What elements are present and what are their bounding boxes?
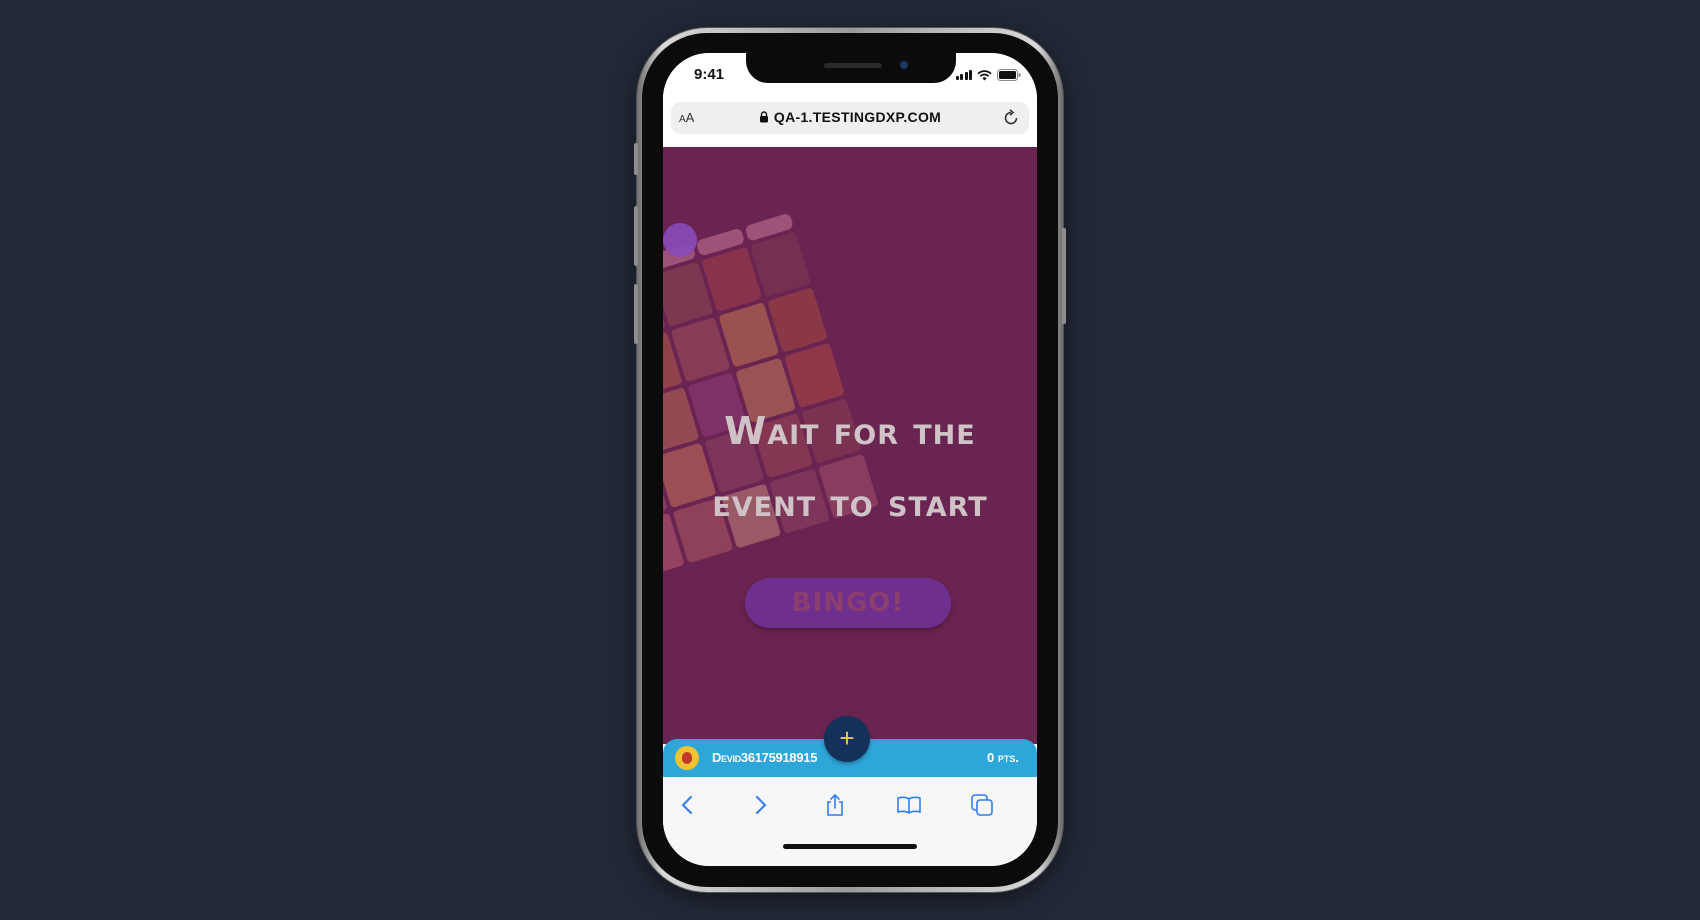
tabs-button[interactable] <box>967 790 997 820</box>
forward-icon <box>756 796 766 814</box>
url-display[interactable]: QA-1.TESTINGDXP.COM <box>671 109 1029 127</box>
bookmarks-icon <box>897 796 921 814</box>
safari-toolbar <box>663 777 1037 866</box>
volume-up-button <box>634 206 638 266</box>
username: Devid36175918915 <box>712 750 818 765</box>
status-time: 9:41 <box>694 66 725 83</box>
user-avatar[interactable] <box>675 746 699 770</box>
cellular-signal-icon <box>955 70 972 80</box>
power-button <box>1062 228 1066 324</box>
earpiece-speaker <box>824 63 882 68</box>
purple-dot-decoration <box>663 223 697 257</box>
front-camera <box>900 61 908 69</box>
wait-message: Wait for the event to start <box>663 395 1037 539</box>
wifi-icon <box>977 69 992 80</box>
lock-icon <box>759 111 768 123</box>
wait-message-line2: event to start <box>712 481 988 525</box>
share-icon <box>827 793 843 816</box>
back-button[interactable] <box>672 790 702 820</box>
wait-message-line1: Wait for the <box>724 409 976 453</box>
back-icon <box>682 796 692 814</box>
tabs-icon <box>971 794 993 816</box>
battery-icon <box>997 69 1021 81</box>
add-button[interactable]: + <box>824 716 870 762</box>
mute-switch <box>634 143 638 175</box>
volume-down-button <box>634 284 638 344</box>
home-indicator <box>783 844 917 849</box>
status-bar: 9:41 <box>663 53 1037 97</box>
points-display: 0 pts. <box>987 750 1019 765</box>
reload-icon[interactable] <box>1001 108 1021 128</box>
share-button[interactable] <box>820 790 850 820</box>
notch <box>746 53 956 83</box>
avatar-figure-icon <box>682 752 692 764</box>
bingo-button[interactable]: BINGO! <box>745 578 951 628</box>
forward-button[interactable] <box>746 790 776 820</box>
bookmarks-button[interactable] <box>894 790 924 820</box>
url-text: QA-1.TESTINGDXP.COM <box>773 109 942 125</box>
address-bar[interactable]: AA QA-1.TESTINGDXP.COM <box>671 102 1029 134</box>
web-content: Wait for the event to start BINGO! <box>663 147 1037 744</box>
phone-screen: 9:41 AA QA-1.TESTINGDXP.COM Wait for the… <box>663 53 1037 866</box>
status-icons <box>955 69 1022 81</box>
